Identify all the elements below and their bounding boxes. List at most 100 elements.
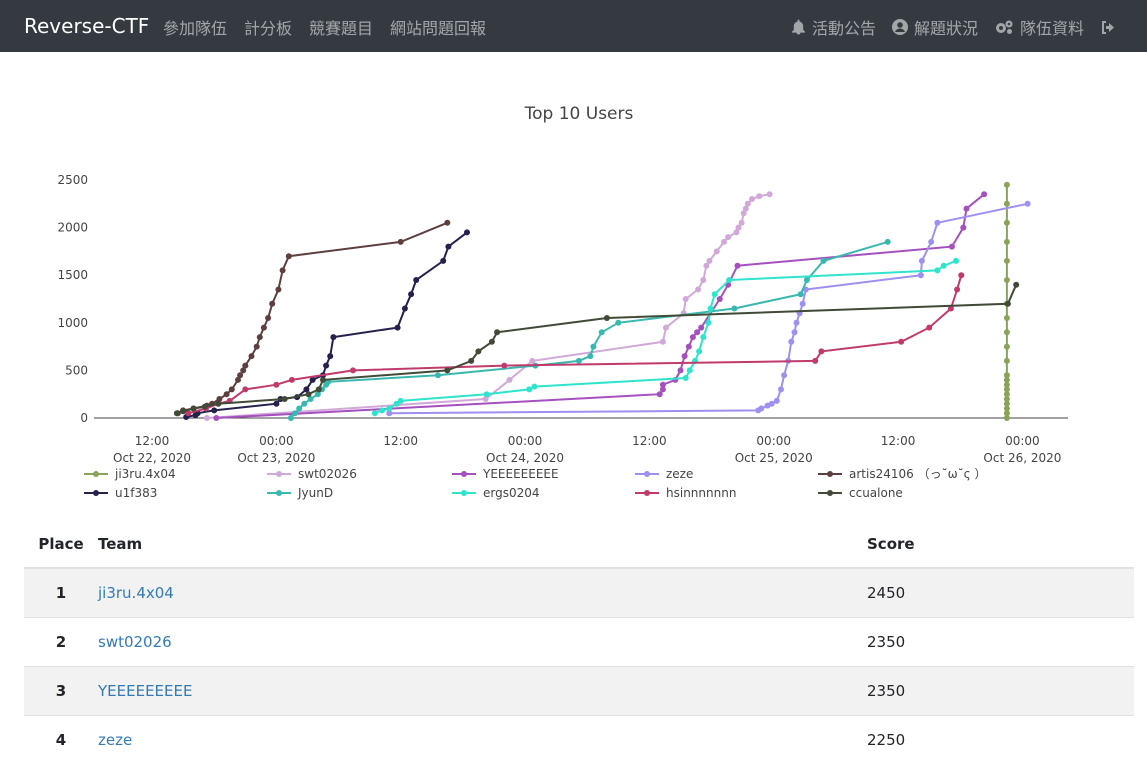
data-point[interactable] [696, 348, 702, 354]
data-point[interactable] [714, 248, 720, 254]
data-point[interactable] [788, 339, 794, 345]
legend-item[interactable]: hsinnnnnnn [635, 486, 736, 500]
data-point[interactable] [327, 353, 333, 359]
data-point[interactable] [174, 410, 180, 416]
data-point[interactable] [708, 306, 714, 312]
data-point[interactable] [695, 287, 701, 293]
data-point[interactable] [756, 193, 762, 199]
nav-item-team-info[interactable]: 隊伍資料 [994, 15, 1084, 39]
nav-item-logout[interactable] [1100, 20, 1123, 35]
nav-item-challenges[interactable]: 競賽題目 [309, 15, 373, 39]
nav-item-scoreboard[interactable]: 計分板 [244, 15, 292, 39]
data-point[interactable] [749, 196, 755, 202]
data-point[interactable] [288, 415, 294, 421]
data-point[interactable] [949, 244, 955, 250]
brand-logo[interactable]: Reverse-CTF [24, 14, 149, 38]
data-point[interactable] [265, 315, 271, 321]
data-point[interactable] [323, 363, 329, 369]
data-point[interactable] [717, 296, 723, 302]
row-team-link[interactable]: ji3ru.4x04 [98, 584, 174, 602]
data-point[interactable] [1005, 301, 1011, 307]
data-point[interactable] [444, 367, 450, 373]
data-point[interactable] [731, 306, 737, 312]
data-point[interactable] [934, 220, 940, 226]
data-point[interactable] [792, 329, 798, 335]
data-point[interactable] [1004, 201, 1010, 207]
data-point[interactable] [954, 287, 960, 293]
data-point[interactable] [440, 258, 446, 264]
data-point[interactable] [587, 353, 593, 359]
data-point[interactable] [941, 263, 947, 269]
data-point[interactable] [306, 391, 312, 397]
data-point[interactable] [501, 363, 507, 369]
data-point[interactable] [249, 353, 255, 359]
data-point[interactable] [800, 301, 806, 307]
data-point[interactable] [682, 353, 688, 359]
data-point[interactable] [526, 386, 532, 392]
data-point[interactable] [745, 201, 751, 207]
nav-item-solves[interactable]: 解題狀況 [892, 15, 978, 39]
data-point[interactable] [289, 377, 295, 383]
data-point[interactable] [211, 407, 217, 413]
data-point[interactable] [919, 258, 925, 264]
data-point[interactable] [590, 344, 596, 350]
legend-item[interactable]: YEEEEEEEEE [452, 467, 559, 481]
data-point[interactable] [1004, 329, 1010, 335]
data-point[interactable] [964, 206, 970, 212]
data-point[interactable] [576, 358, 582, 364]
data-point[interactable] [273, 401, 279, 407]
data-point[interactable] [700, 277, 706, 283]
data-point[interactable] [798, 291, 804, 297]
data-point[interactable] [694, 329, 700, 335]
data-point[interactable] [444, 220, 450, 226]
data-point[interactable] [242, 386, 248, 392]
data-point[interactable] [769, 401, 775, 407]
legend-item[interactable]: artis24106 （っ˘ω˘ς ） [818, 467, 986, 481]
data-point[interactable] [1004, 277, 1010, 283]
data-point[interactable] [726, 277, 732, 283]
data-point[interactable] [273, 382, 279, 388]
data-point[interactable] [445, 244, 451, 250]
data-point[interactable] [224, 391, 230, 397]
data-point[interactable] [918, 272, 924, 278]
data-point[interactable] [735, 263, 741, 269]
data-point[interactable] [804, 277, 810, 283]
row-team-link[interactable]: swt02026 [98, 633, 172, 651]
data-point[interactable] [1004, 239, 1010, 245]
nav-item-announcements[interactable]: 活動公告 [791, 15, 876, 39]
data-point[interactable] [386, 406, 392, 412]
data-point[interactable] [292, 410, 298, 416]
data-point[interactable] [660, 339, 666, 345]
data-point[interactable] [261, 325, 267, 331]
data-point[interactable] [468, 358, 474, 364]
data-point[interactable] [700, 334, 706, 340]
data-point[interactable] [725, 234, 731, 240]
data-point[interactable] [660, 382, 666, 388]
data-point[interactable] [683, 296, 689, 302]
data-point[interactable] [372, 410, 378, 416]
data-point[interactable] [705, 320, 711, 326]
data-point[interactable] [402, 306, 408, 312]
data-point[interactable] [898, 339, 904, 345]
data-point[interactable] [928, 239, 934, 245]
data-point[interactable] [615, 320, 621, 326]
data-point[interactable] [229, 386, 235, 392]
data-point[interactable] [464, 229, 470, 235]
data-point[interactable] [885, 239, 891, 245]
data-point[interactable] [320, 377, 326, 383]
data-point[interactable] [767, 191, 773, 197]
data-point[interactable] [242, 363, 248, 369]
data-point[interactable] [213, 415, 219, 421]
legend-item[interactable]: swt02026 [267, 467, 357, 481]
data-point[interactable] [531, 384, 537, 390]
data-point[interactable] [286, 253, 292, 259]
data-point[interactable] [296, 406, 302, 412]
data-point[interactable] [395, 325, 401, 331]
data-point[interactable] [435, 372, 441, 378]
data-point[interactable] [794, 320, 800, 326]
legend-item[interactable]: ergs0204 [452, 486, 540, 500]
data-point[interactable] [254, 344, 260, 350]
data-point[interactable] [204, 415, 210, 421]
legend-item[interactable]: zeze [635, 467, 693, 481]
nav-item-teams[interactable]: 參加隊伍 [163, 15, 227, 39]
